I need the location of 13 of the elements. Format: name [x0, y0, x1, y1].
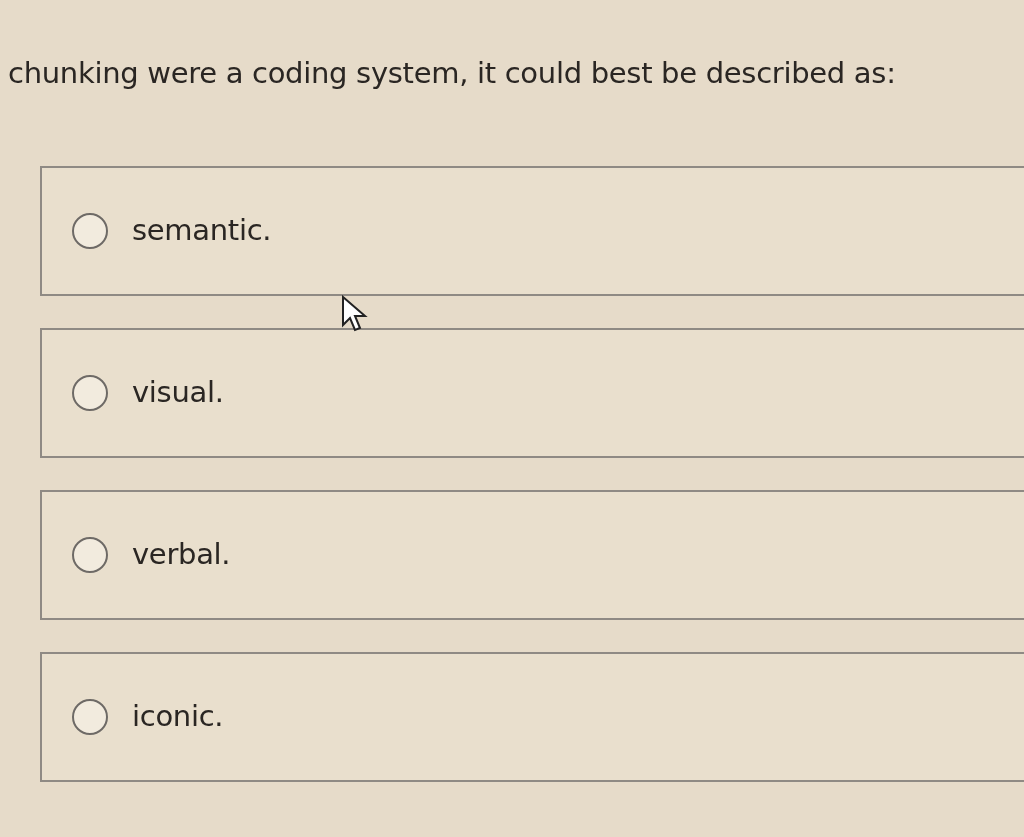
answer-option[interactable]: verbal. — [40, 489, 1024, 620]
option-label: iconic. — [132, 697, 224, 735]
radio-button[interactable] — [72, 212, 108, 249]
option-label: visual. — [132, 373, 224, 411]
radio-button[interactable] — [72, 374, 108, 411]
radio-button[interactable] — [72, 698, 108, 735]
option-label: verbal. — [132, 535, 231, 573]
question-text: chunking were a coding system, it could best be described as: — [7, 55, 897, 92]
answer-option[interactable]: visual. — [40, 327, 1024, 458]
answer-option[interactable]: iconic. — [40, 651, 1024, 782]
option-label: semantic. — [132, 211, 272, 249]
radio-button[interactable] — [72, 536, 108, 573]
answer-option[interactable]: semantic. — [40, 165, 1024, 296]
